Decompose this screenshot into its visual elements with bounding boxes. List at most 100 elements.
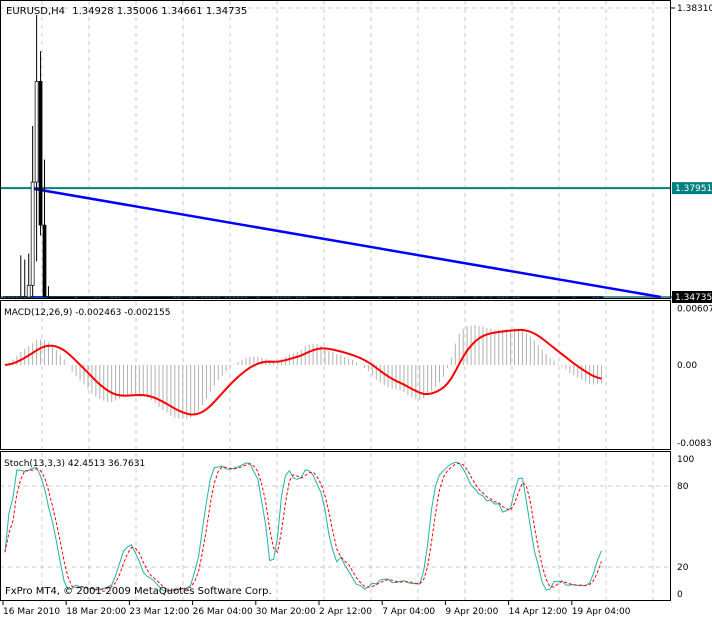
- header-open: 1.34928: [72, 6, 113, 17]
- candle-body: [433, 296, 438, 299]
- candle-body: [386, 296, 390, 299]
- time-tick-label: 26 Mar 04:00: [193, 607, 253, 617]
- candle-body: [587, 296, 592, 299]
- candle-body: [437, 296, 442, 299]
- candle-body: [536, 296, 541, 299]
- candle-body: [208, 296, 213, 299]
- candle-body: [271, 296, 276, 299]
- candle-body: [350, 296, 355, 299]
- candle-body: [38, 81, 43, 226]
- candle-body: [370, 296, 375, 299]
- candle-body: [315, 296, 319, 299]
- candle-body: [528, 296, 533, 299]
- time-tick-label: 9 Apr 20:00: [445, 607, 498, 617]
- candle-body: [453, 296, 458, 299]
- candle-body: [481, 296, 485, 299]
- time-tick-label: 16 Mar 2010: [3, 607, 60, 617]
- panel-frames: [0, 0, 671, 601]
- candle-body: [579, 296, 584, 299]
- candle-body: [188, 296, 193, 299]
- candle-body: [295, 296, 300, 299]
- candle-body: [449, 296, 454, 299]
- candle-body: [425, 296, 430, 299]
- candle-body: [398, 296, 402, 299]
- candle-body: [429, 296, 434, 299]
- candle-body: [473, 296, 477, 299]
- candle-body: [78, 296, 82, 299]
- candle-body: [556, 296, 560, 299]
- stoch-label: Stoch(13,3,3) 42.4513 36.7631: [4, 459, 145, 469]
- header-low: 1.34661: [161, 6, 202, 17]
- time-tick-label: 19 Apr 04:00: [572, 607, 631, 617]
- candle-body: [303, 296, 308, 299]
- candle-body: [402, 296, 406, 299]
- candle-body: [327, 296, 331, 299]
- chart-canvas[interactable]: 1.383101.376801.370351.363901.357601.351…: [0, 0, 712, 617]
- time-tick-label: 2 Apr 12:00: [319, 607, 372, 617]
- candle-body: [3, 296, 7, 299]
- candle-body: [46, 296, 51, 299]
- level-price-label: 1.37951: [675, 184, 712, 194]
- candle-body: [259, 296, 264, 299]
- stoch-tick-label: 80: [677, 482, 689, 492]
- candle-body: [34, 81, 39, 183]
- candle-body: [564, 296, 568, 299]
- candle-body: [275, 296, 280, 299]
- candle-body: [532, 296, 537, 299]
- candle-body: [319, 296, 323, 299]
- candle-body: [287, 296, 292, 299]
- candle-body: [279, 296, 284, 299]
- candle-body: [457, 296, 462, 299]
- candle-body: [149, 296, 153, 299]
- time-tick-label: 30 Mar 20:00: [256, 607, 316, 617]
- candle-body: [390, 296, 394, 299]
- candle-body: [548, 296, 552, 299]
- candle-body: [58, 296, 63, 299]
- candle-body: [70, 296, 75, 299]
- time-tick-label: 23 Mar 12:00: [129, 607, 189, 617]
- macd-label: MACD(12,26,9) -0.002463 -0.002155: [4, 308, 170, 318]
- candle-body: [22, 296, 27, 299]
- candle-body: [15, 296, 19, 299]
- trendline: [32, 187, 661, 299]
- candle-body: [512, 296, 517, 299]
- candle-body: [508, 296, 513, 299]
- candle-body: [354, 296, 359, 299]
- candle-body: [406, 296, 410, 299]
- candle-body: [97, 296, 102, 299]
- stoch-tick-label: 20: [677, 563, 689, 573]
- candle-body: [11, 296, 15, 299]
- candle-body: [362, 296, 367, 299]
- candle-body: [184, 296, 189, 299]
- candle-body: [86, 296, 90, 299]
- candle-body: [173, 296, 177, 299]
- candle-body: [145, 296, 150, 299]
- header-high: 1.35006: [117, 6, 158, 17]
- candle-body: [544, 296, 549, 299]
- candle-body: [121, 296, 126, 299]
- stoch-panel-frame: [0, 451, 671, 601]
- candle-body: [334, 296, 339, 299]
- candle-body: [520, 296, 525, 299]
- candle-body: [374, 296, 379, 299]
- macd-tick-label: 0.00607: [677, 304, 712, 314]
- candle-body: [109, 296, 114, 299]
- candle-body: [141, 296, 146, 299]
- candle-body: [240, 296, 244, 299]
- candle-body: [18, 296, 23, 299]
- candle-body: [394, 296, 398, 299]
- candle-body: [461, 296, 466, 299]
- horizontal-levels: [0, 187, 670, 299]
- time-tick-label: 7 Apr 04:00: [382, 607, 435, 617]
- candle-body: [74, 296, 78, 299]
- candle-body: [469, 296, 473, 299]
- candle-body: [113, 296, 118, 299]
- candle-body: [232, 296, 236, 299]
- candle-body: [26, 284, 31, 298]
- candle-body: [441, 296, 446, 299]
- candle-body: [492, 296, 497, 299]
- candle-body: [540, 296, 545, 299]
- stoch-panel: [0, 461, 670, 592]
- candle-body: [248, 296, 252, 299]
- candle-body: [7, 296, 11, 299]
